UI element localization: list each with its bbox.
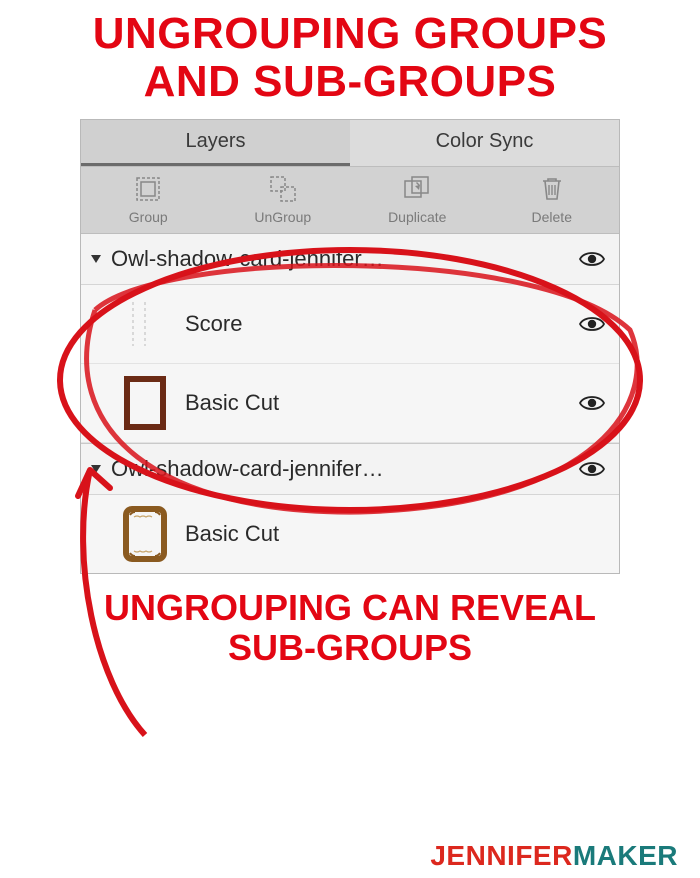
- layer-group-row[interactable]: Owl-shadow-card-jennifer…: [81, 443, 619, 495]
- layers-toolbar: Group UnGroup Duplicate Delete: [81, 166, 619, 234]
- group-button[interactable]: Group: [81, 167, 216, 233]
- layers-panel: Layers Color Sync Group UnGroup Duplicat…: [80, 119, 620, 574]
- visibility-toggle[interactable]: [579, 394, 605, 412]
- visibility-toggle[interactable]: [579, 460, 605, 478]
- delete-label: Delete: [532, 209, 572, 225]
- brand-part-1: JENNIFER: [430, 840, 572, 871]
- headline: UNGROUPING GROUPS AND SUB-GROUPS: [0, 0, 700, 111]
- group-name: Owl-shadow-card-jennifer…: [111, 246, 579, 272]
- trash-icon: [485, 175, 620, 205]
- ungroup-icon: [216, 175, 351, 205]
- layer-child-row[interactable]: Score: [81, 285, 619, 364]
- ungroup-label: UnGroup: [254, 209, 311, 225]
- visibility-toggle[interactable]: [579, 250, 605, 268]
- panel-tabs: Layers Color Sync: [81, 120, 619, 166]
- caption: UNGROUPING CAN REVEAL SUB-GROUPS: [0, 574, 700, 667]
- chevron-down-icon: [91, 465, 101, 473]
- duplicate-icon: [350, 175, 485, 205]
- visibility-toggle[interactable]: [579, 315, 605, 333]
- delete-button[interactable]: Delete: [485, 167, 620, 233]
- duplicate-label: Duplicate: [388, 209, 446, 225]
- group-name: Owl-shadow-card-jennifer…: [111, 456, 579, 482]
- cut-thumbnail: [121, 505, 169, 563]
- group-icon: [81, 175, 216, 205]
- layer-label: Basic Cut: [185, 521, 605, 547]
- score-thumbnail: [121, 295, 169, 353]
- brand-part-2: MAKER: [573, 840, 678, 871]
- layer-label: Score: [185, 311, 579, 337]
- chevron-down-icon: [91, 255, 101, 263]
- tab-layers[interactable]: Layers: [81, 120, 350, 166]
- layer-child-row[interactable]: Basic Cut: [81, 495, 619, 573]
- layer-group-row[interactable]: Owl-shadow-card-jennifer…: [81, 234, 619, 285]
- headline-line-1: UNGROUPING GROUPS: [93, 9, 608, 58]
- brand-watermark: JENNIFERMAKER: [430, 840, 678, 872]
- tab-color-sync[interactable]: Color Sync: [350, 120, 619, 166]
- headline-line-2: AND SUB-GROUPS: [144, 57, 557, 106]
- group-label: Group: [129, 209, 168, 225]
- cut-thumbnail: [121, 374, 169, 432]
- duplicate-button[interactable]: Duplicate: [350, 167, 485, 233]
- caption-line-2: SUB-GROUPS: [228, 627, 472, 668]
- layer-label: Basic Cut: [185, 390, 579, 416]
- ungroup-button[interactable]: UnGroup: [216, 167, 351, 233]
- layer-child-row[interactable]: Basic Cut: [81, 364, 619, 443]
- caption-line-1: UNGROUPING CAN REVEAL: [104, 587, 596, 628]
- layers-list: Owl-shadow-card-jennifer… Score Basic Cu…: [81, 234, 619, 573]
